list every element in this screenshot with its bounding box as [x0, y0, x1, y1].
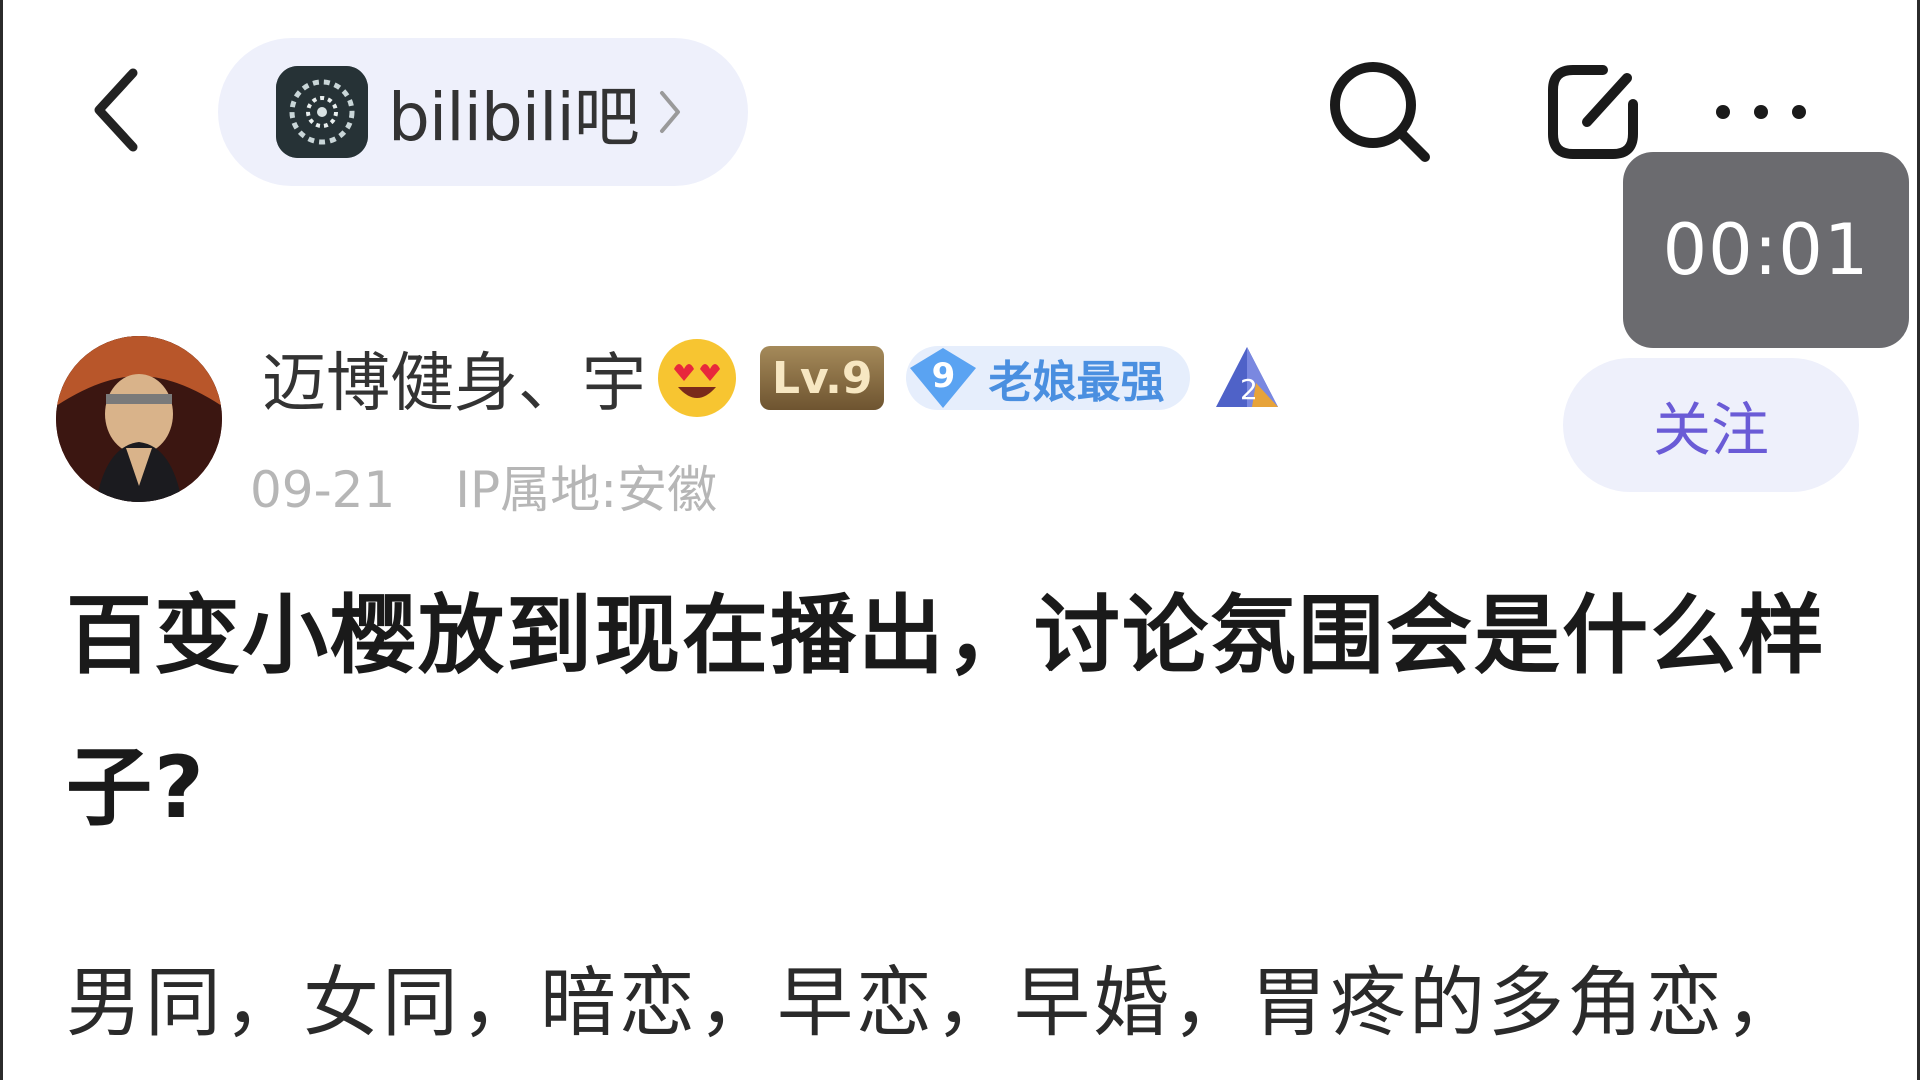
member-level: 9 [931, 356, 956, 396]
level-badge: Lv.9 [760, 346, 885, 410]
heart-eyes-emoji-icon [658, 339, 736, 417]
follow-button[interactable]: 关注 [1563, 358, 1859, 492]
ip-location: IP属地:安徽 [455, 461, 718, 519]
forum-link[interactable]: bilibili吧 [218, 38, 748, 186]
edit-button[interactable] [1538, 52, 1648, 172]
author-info: 迈博健身、宇 Lv.9 9 老娘最强 2 [262, 338, 1282, 421]
author-avatar[interactable] [56, 336, 222, 502]
forum-avatar [276, 66, 368, 158]
extra-badge-number: 2 [1240, 373, 1258, 406]
back-button[interactable] [82, 60, 152, 160]
post-date: 09-21 [250, 461, 396, 519]
timer-overlay: 00:01 [1623, 152, 1909, 348]
left-edge [0, 0, 3, 1080]
edit-icon [1548, 65, 1638, 159]
diamond-icon: 9 [906, 346, 980, 410]
search-button[interactable] [1322, 52, 1438, 172]
chevron-right-icon [657, 89, 683, 135]
pyramid-badge-icon: 2 [1212, 343, 1282, 413]
forum-name: bilibili吧 [388, 79, 640, 156]
post-body: 男同，女同，暗恋，早恋，早婚，胃疼的多角恋， [66, 958, 1804, 1047]
member-badge: 9 老娘最强 [906, 346, 1191, 410]
member-title: 老娘最强 [988, 357, 1165, 408]
author-name[interactable]: 迈博健身、宇 [262, 332, 646, 424]
more-icon [1716, 105, 1806, 119]
back-arrow-icon [94, 68, 138, 152]
post-meta: 09-21 IP属地:安徽 [250, 450, 717, 522]
search-icon [1330, 62, 1430, 162]
post-title: 百变小樱放到现在播出，讨论氛围会是什么样子? [66, 586, 1826, 838]
